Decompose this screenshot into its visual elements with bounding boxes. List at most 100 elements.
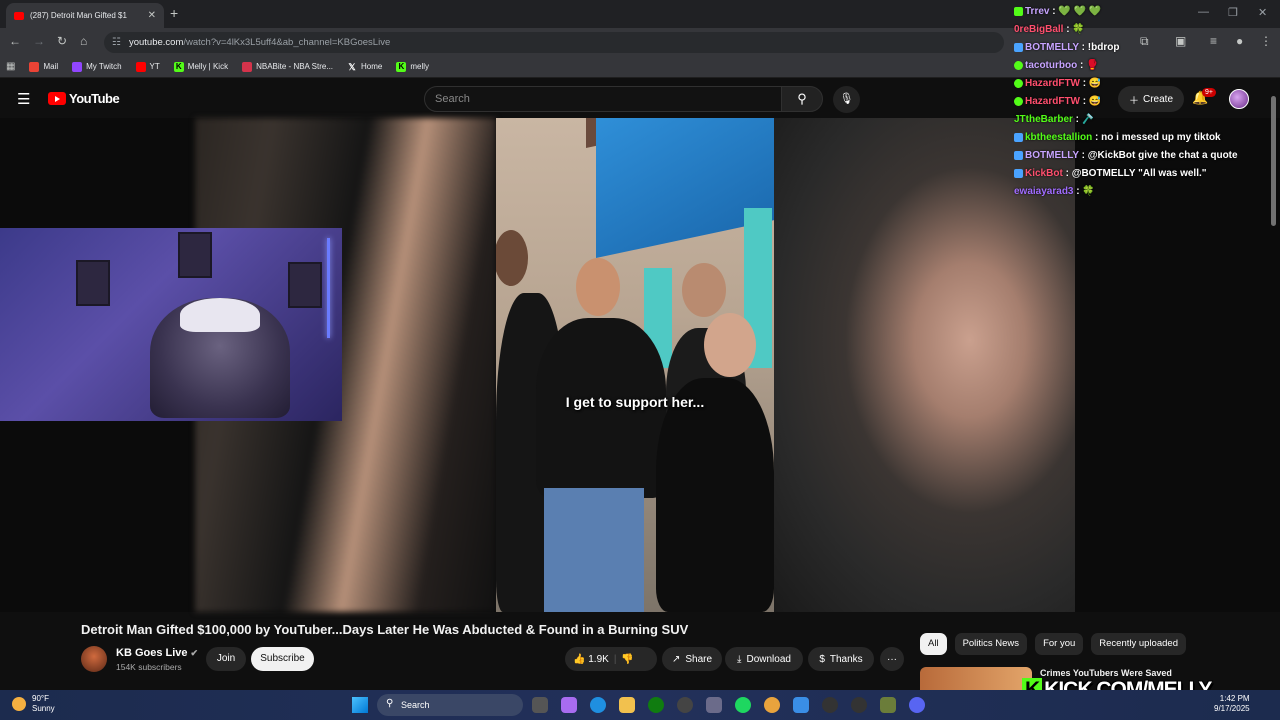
sunny-weather-icon xyxy=(12,697,26,711)
app-icon[interactable] xyxy=(851,697,867,713)
chat-badge-icon xyxy=(1014,96,1023,106)
system-clock[interactable]: 1:42 PM 9/17/2025 xyxy=(1214,694,1250,714)
microphone-icon: 🎙 xyxy=(839,93,854,105)
recommendation-filters: All Politics News For you Recently uploa… xyxy=(920,633,1186,655)
chat-message: kbtheestallion : no i messed up my tikto… xyxy=(1014,129,1280,147)
chat-badge-icon xyxy=(1014,78,1023,88)
discord-icon[interactable] xyxy=(909,697,925,713)
taskbar-search[interactable]: Search xyxy=(377,694,523,716)
tab-title: (287) Detroit Man Gifted $1 xyxy=(30,11,127,20)
chat-text: 🍀 xyxy=(1082,186,1095,197)
channel-avatar[interactable] xyxy=(81,646,107,672)
share-icon: ↗ xyxy=(671,653,681,665)
download-icon: ⤓ xyxy=(737,653,742,665)
bookmark-mail[interactable]: Mail xyxy=(29,61,59,72)
weather-temperature: 90°F xyxy=(32,694,49,703)
browser-tab[interactable]: (287) Detroit Man Gifted $1 ✕ xyxy=(6,3,164,28)
address-bar[interactable]: ☷ youtube.com/watch?v=4lKx3L5uff4&ab_cha… xyxy=(104,32,1004,53)
weather-widget[interactable]: 90°F Sunny xyxy=(12,694,55,714)
bookmark-x-home[interactable]: 𝕏 Home xyxy=(347,62,382,72)
dislike-button[interactable]: 👎 xyxy=(621,654,633,665)
chat-message: JTtheBarber : 🪒 xyxy=(1014,114,1095,125)
chrome-icon[interactable] xyxy=(764,697,780,713)
kick-icon: K xyxy=(173,61,184,72)
thanks-button[interactable]: $ Thanks xyxy=(808,647,874,671)
bookmark-label: Mail xyxy=(43,62,59,71)
like-button[interactable]: 👍 1.9K xyxy=(573,654,609,665)
app-icon[interactable] xyxy=(880,697,896,713)
chat-badge-icon xyxy=(1014,150,1023,160)
share-button[interactable]: ↗ Share xyxy=(662,647,722,671)
filter-chip-all[interactable]: All xyxy=(920,633,947,655)
chat-badge-icon xyxy=(1014,42,1023,52)
edge-icon[interactable] xyxy=(590,697,606,713)
spotify-icon[interactable] xyxy=(735,697,751,713)
more-actions-button[interactable]: ··· xyxy=(880,647,904,671)
subscribe-button[interactable]: Subscribe xyxy=(251,647,314,671)
bookmark-melly[interactable]: Kmelly xyxy=(396,61,429,72)
github-icon[interactable] xyxy=(677,697,693,713)
video-person-head xyxy=(496,230,528,286)
new-tab-button[interactable]: + xyxy=(170,5,178,21)
filter-chip-for-you[interactable]: For you xyxy=(1035,633,1084,655)
video-person-jeans xyxy=(544,488,644,612)
youtube-logo[interactable]: YouTube xyxy=(48,91,120,106)
chat-username: Trrev xyxy=(1025,6,1050,17)
bookmark-nbabite[interactable]: NBABite - NBA Stre... xyxy=(242,61,333,72)
apps-grid-icon[interactable]: ▦ xyxy=(6,61,15,72)
channel-name-text: KB Goes Live xyxy=(116,647,188,659)
chat-text: @KickBot give the chat a quote xyxy=(1087,150,1238,161)
site-info-icon[interactable]: ☷ xyxy=(112,37,121,48)
search-button[interactable]: ⚲ xyxy=(781,86,823,112)
filter-chip-politics-news[interactable]: Politics News xyxy=(954,633,1028,655)
close-tab-icon[interactable]: ✕ xyxy=(148,10,156,21)
channel-name[interactable]: KB Goes Live ✔ xyxy=(116,647,198,659)
reload-icon[interactable]: ↻ xyxy=(57,34,67,48)
weather-condition: Sunny xyxy=(32,704,55,713)
more-icon: ··· xyxy=(887,653,897,665)
media-player-icon[interactable] xyxy=(822,697,838,713)
like-dislike-group: 👍 1.9K | 👎 xyxy=(565,647,657,671)
url-host: youtube.com xyxy=(128,37,184,48)
download-button[interactable]: ⤓ Download xyxy=(725,647,803,671)
page-scrollbar[interactable] xyxy=(1271,96,1276,226)
video-person-head xyxy=(682,263,726,317)
chat-badge-icon xyxy=(1014,168,1023,178)
bookmark-twitch[interactable]: My Twitch xyxy=(72,61,122,72)
kick-icon: K xyxy=(396,61,407,72)
bookmark-label: YT xyxy=(149,62,160,71)
bookmark-yt[interactable]: YT xyxy=(135,61,160,72)
chat-username: ewaiayarad3 xyxy=(1014,186,1074,197)
video-frame: I get to support her... xyxy=(496,118,774,612)
webcam-wall-frame xyxy=(76,260,110,306)
file-explorer-icon[interactable] xyxy=(619,697,635,713)
voice-search-button[interactable]: 🎙 xyxy=(833,86,860,113)
photos-icon[interactable] xyxy=(793,697,809,713)
youtube-logo-text: YouTube xyxy=(69,91,120,106)
back-arrow-icon[interactable]: ← xyxy=(9,34,21,48)
chat-username: 0reBigBall xyxy=(1014,24,1064,35)
filter-chip-recently-uploaded[interactable]: Recently uploaded xyxy=(1091,633,1186,655)
chat-message: ewaiayarad3 : 🍀 xyxy=(1014,186,1095,197)
search-input[interactable]: Search xyxy=(424,86,782,112)
chat-message: BOTMELLY : @KickBot give the chat a quot… xyxy=(1014,147,1280,165)
xbox-icon[interactable] xyxy=(648,697,664,713)
webcam-wall-frame xyxy=(288,262,322,308)
streamer-webcam xyxy=(0,228,342,421)
chat-username: HazardFTW xyxy=(1025,96,1080,107)
home-icon[interactable]: ⌂ xyxy=(80,34,87,48)
like-count: 1.9K xyxy=(588,653,609,665)
thumbs-up-icon: 👍 xyxy=(573,653,586,665)
task-view-icon[interactable] xyxy=(532,697,548,713)
chat-text: @BOTMELLY "All was well." xyxy=(1071,168,1207,179)
youtube-icon xyxy=(135,61,146,72)
hamburger-menu-icon[interactable]: ☰ xyxy=(17,90,30,108)
forward-arrow-icon[interactable]: → xyxy=(33,34,45,48)
recommended-video-thumbnail[interactable] xyxy=(920,667,1032,691)
store-icon[interactable] xyxy=(706,697,722,713)
copilot-icon[interactable] xyxy=(561,697,577,713)
join-button[interactable]: Join xyxy=(206,647,246,671)
bookmark-melly-kick[interactable]: K Melly | Kick xyxy=(173,61,228,72)
chat-text: 💚 💚 💚 xyxy=(1058,6,1102,17)
windows-start-icon[interactable] xyxy=(352,697,368,713)
